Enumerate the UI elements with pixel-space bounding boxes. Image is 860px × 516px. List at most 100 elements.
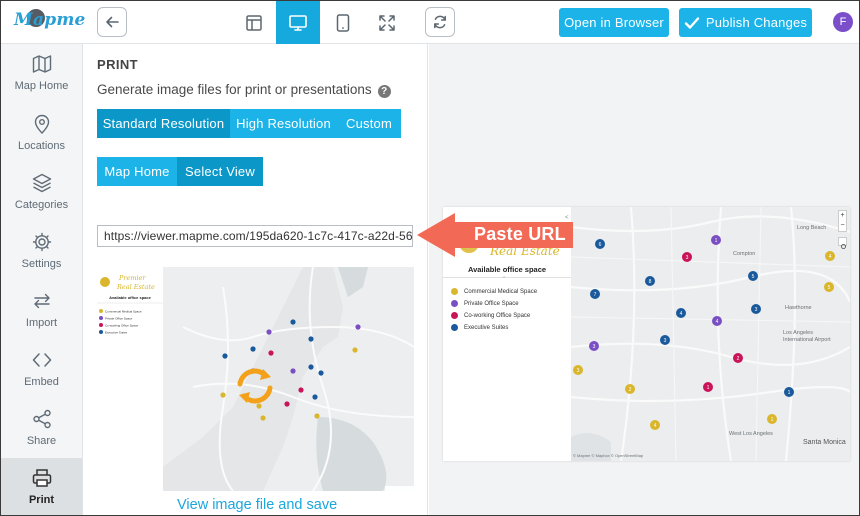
thumbnail-map <box>163 267 414 491</box>
desktop-icon <box>289 14 307 31</box>
view-selector: Map Home Select View <box>97 157 263 186</box>
zoom-out-button[interactable]: − <box>839 221 846 231</box>
print-description-text: Generate image files for print or presen… <box>97 82 372 97</box>
open-in-browser-button[interactable]: Open in Browser <box>559 8 669 37</box>
layout-view-button[interactable] <box>232 1 276 44</box>
refresh-button[interactable] <box>425 7 455 37</box>
sidebar-item-label: Map Home <box>14 80 69 92</box>
high-resolution-option[interactable]: High Resolution <box>230 109 337 138</box>
svg-text:3: 3 <box>755 307 758 313</box>
legend-item[interactable]: Commercial Medical Space <box>451 288 537 295</box>
app-logo[interactable]: Mapme <box>14 10 86 30</box>
sidebar-item-label: Import <box>25 317 58 329</box>
sidebar-item-map-home[interactable]: Map Home <box>1 44 82 102</box>
svg-text:2: 2 <box>737 356 740 362</box>
svg-text:6: 6 <box>599 242 602 248</box>
desktop-view-button[interactable] <box>276 1 320 44</box>
expand-icon <box>379 14 395 31</box>
svg-text:1: 1 <box>771 417 774 423</box>
refresh-icon <box>434 15 446 29</box>
select-view-option[interactable]: Select View <box>177 157 263 186</box>
thumb-legend-item: Commercial Medical Space <box>105 310 142 314</box>
thumb-legend-item: Executive Suites <box>105 331 128 335</box>
top-bar: Mapme Open in Browser Publish Changes F <box>1 1 859 44</box>
legend-item-label: Private Office Space <box>464 300 519 307</box>
printer-icon <box>32 469 51 487</box>
zoom-controls: + − <box>838 210 847 232</box>
legend-title: Available office space <box>467 265 547 274</box>
sidebar-item-label: Print <box>28 494 55 506</box>
svg-text:1: 1 <box>715 238 718 244</box>
publish-changes-label: Publish Changes <box>705 15 808 30</box>
legend-item-label: Commercial Medical Space <box>464 288 538 295</box>
thumb-legend-title: Available office space <box>109 295 151 300</box>
sidebar-item-label: Share <box>26 435 57 447</box>
svg-text:4: 4 <box>716 319 719 325</box>
user-avatar[interactable]: F <box>833 12 853 32</box>
locate-button[interactable] <box>838 237 847 249</box>
standard-resolution-option[interactable]: Standard Resolution <box>97 109 230 138</box>
svg-text:1: 1 <box>707 385 710 391</box>
sidebar-item-embed[interactable]: Embed <box>1 340 82 398</box>
preview-map[interactable]: 1 6 3 4 5 8 5 7 3 4 4 3 3 2 3 2 1 1 4 1 … <box>571 207 850 461</box>
svg-text:3: 3 <box>686 255 689 261</box>
back-button[interactable] <box>97 7 127 37</box>
map-home-option[interactable]: Map Home <box>97 157 177 186</box>
map-label: West Los Angeles <box>729 431 773 437</box>
view-url-input[interactable]: https://viewer.mapme.com/195da620-1c7c-4… <box>97 225 413 247</box>
map-icon <box>32 55 51 73</box>
map-label: Los Angeles International Airport <box>783 330 831 343</box>
svg-text:3: 3 <box>577 368 580 374</box>
view-image-link[interactable]: View image file and save <box>177 497 337 513</box>
map-label: Compton <box>733 251 756 257</box>
thumb-legend-item: Private Office Space <box>105 317 133 321</box>
gear-icon <box>32 232 51 252</box>
legend-item[interactable]: Executive Suites <box>451 324 508 331</box>
preview-area: Real Estate < Available office space ˆ C… <box>429 44 859 515</box>
tablet-view-button[interactable] <box>321 1 365 44</box>
svg-text:7: 7 <box>594 292 597 298</box>
svg-text:8: 8 <box>649 279 652 285</box>
import-icon <box>33 293 50 309</box>
help-icon[interactable]: ? <box>377 85 391 98</box>
legend-item[interactable]: Co-working Office Space <box>451 312 530 319</box>
sidebar-item-label: Categories <box>14 199 69 211</box>
code-icon <box>32 353 51 367</box>
arrow-left-icon <box>106 16 119 28</box>
thumb-brand-line1: Premier <box>118 274 146 282</box>
svg-text:4: 4 <box>829 254 832 260</box>
thumbnail-legend: Premier Real Estate Available office spa… <box>97 267 163 491</box>
map-label: Long Beach <box>797 225 827 231</box>
legend-item[interactable]: Private Office Space <box>451 300 519 307</box>
sidebar-item-print[interactable]: Print <box>1 458 82 515</box>
fullscreen-view-button[interactable] <box>365 1 409 44</box>
sidebar-item-import[interactable]: Import <box>1 281 82 339</box>
print-description: Generate image files for print or presen… <box>97 82 391 98</box>
zoom-in-button[interactable]: + <box>839 211 846 221</box>
map-label: Santa Monica <box>803 439 846 446</box>
thumb-legend-item: Co-working Office Space <box>105 324 138 328</box>
tablet-icon <box>336 13 350 32</box>
svg-text:3: 3 <box>664 338 667 344</box>
svg-text:1: 1 <box>788 390 791 396</box>
sidebar-item-label: Embed <box>24 376 59 388</box>
sidebar-item-locations[interactable]: Locations <box>1 104 82 162</box>
chevron-up-icon[interactable]: ˆ <box>503 277 505 284</box>
map-attribution: © Mapme © Mapbox © OpenStreetMap <box>573 453 644 458</box>
svg-text:5: 5 <box>752 274 755 280</box>
sidebar-item-settings[interactable]: Settings <box>1 222 82 280</box>
legend-divider <box>443 277 571 278</box>
thumb-brand-line2: Real Estate <box>116 283 155 291</box>
custom-resolution-option[interactable]: Custom <box>337 109 401 138</box>
sidebar-item-label: Settings <box>21 258 62 270</box>
map-label: Hawthorne <box>785 305 812 311</box>
svg-text:5: 5 <box>828 285 831 291</box>
layout-icon <box>246 14 262 31</box>
sidebar-item-share[interactable]: Share <box>1 399 82 457</box>
svg-text:4: 4 <box>680 311 683 317</box>
sidebar-item-categories[interactable]: Categories <box>1 163 82 221</box>
sidebar: Map Home Locations Categories Settings I… <box>1 44 83 515</box>
publish-changes-button[interactable]: Publish Changes <box>679 8 812 37</box>
svg-text:3: 3 <box>593 344 596 350</box>
pin-icon <box>34 114 49 134</box>
